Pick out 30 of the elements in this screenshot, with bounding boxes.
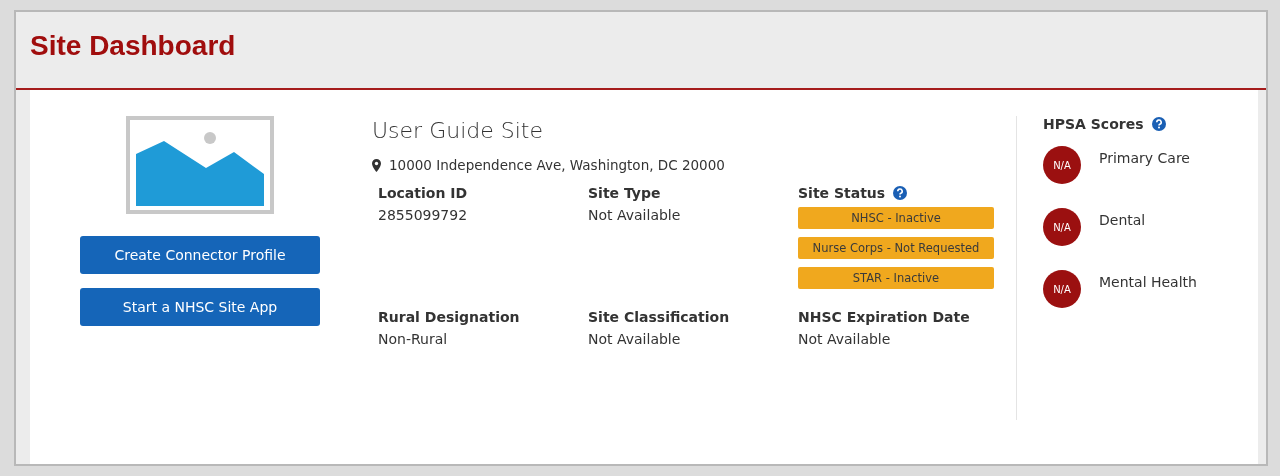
score-label: Dental — [1099, 212, 1146, 228]
status-badge: STAR - Inactive — [798, 267, 994, 289]
field-label: Location ID — [378, 185, 468, 201]
action-button[interactable]: Create Connector Profile — [80, 236, 320, 274]
site-address: 10000 Independence Ave, Washington, DC 20000 — [389, 157, 725, 173]
score-circle: N/A — [1043, 146, 1081, 184]
field-value: 2855099792 — [378, 207, 469, 223]
field-value: Non-Rural — [378, 331, 449, 347]
field-value: Not Available — [588, 331, 682, 347]
score-circle: N/A — [1043, 208, 1081, 246]
page-title: Site Dashboard — [30, 30, 236, 62]
status-badge: NHSC - Inactive — [798, 207, 994, 229]
help-icon[interactable] — [893, 186, 908, 200]
score-label: Primary Care — [1099, 150, 1190, 166]
site-name: User Guide Site — [372, 118, 544, 143]
image-placeholder-icon — [126, 116, 274, 214]
field-label: Rural Designation — [378, 309, 520, 325]
score-circle: N/A — [1043, 270, 1081, 308]
field-label: NHSC Expiration Date — [798, 309, 970, 325]
field-label: Site Classification — [588, 309, 730, 325]
field-label: Site Type — [588, 185, 661, 201]
status-badge: Nurse Corps - Not Requested — [798, 237, 994, 259]
score-label: Mental Health — [1099, 274, 1197, 290]
section-title: HPSA Scores — [1043, 116, 1144, 132]
action-button[interactable]: Start a NHSC Site App — [80, 288, 320, 326]
field-value: Not Available — [588, 207, 682, 223]
field-label: Site Status — [798, 185, 886, 201]
help-icon[interactable] — [1151, 117, 1166, 131]
field-value: Not Available — [798, 331, 892, 347]
map-pin-icon — [372, 158, 381, 172]
